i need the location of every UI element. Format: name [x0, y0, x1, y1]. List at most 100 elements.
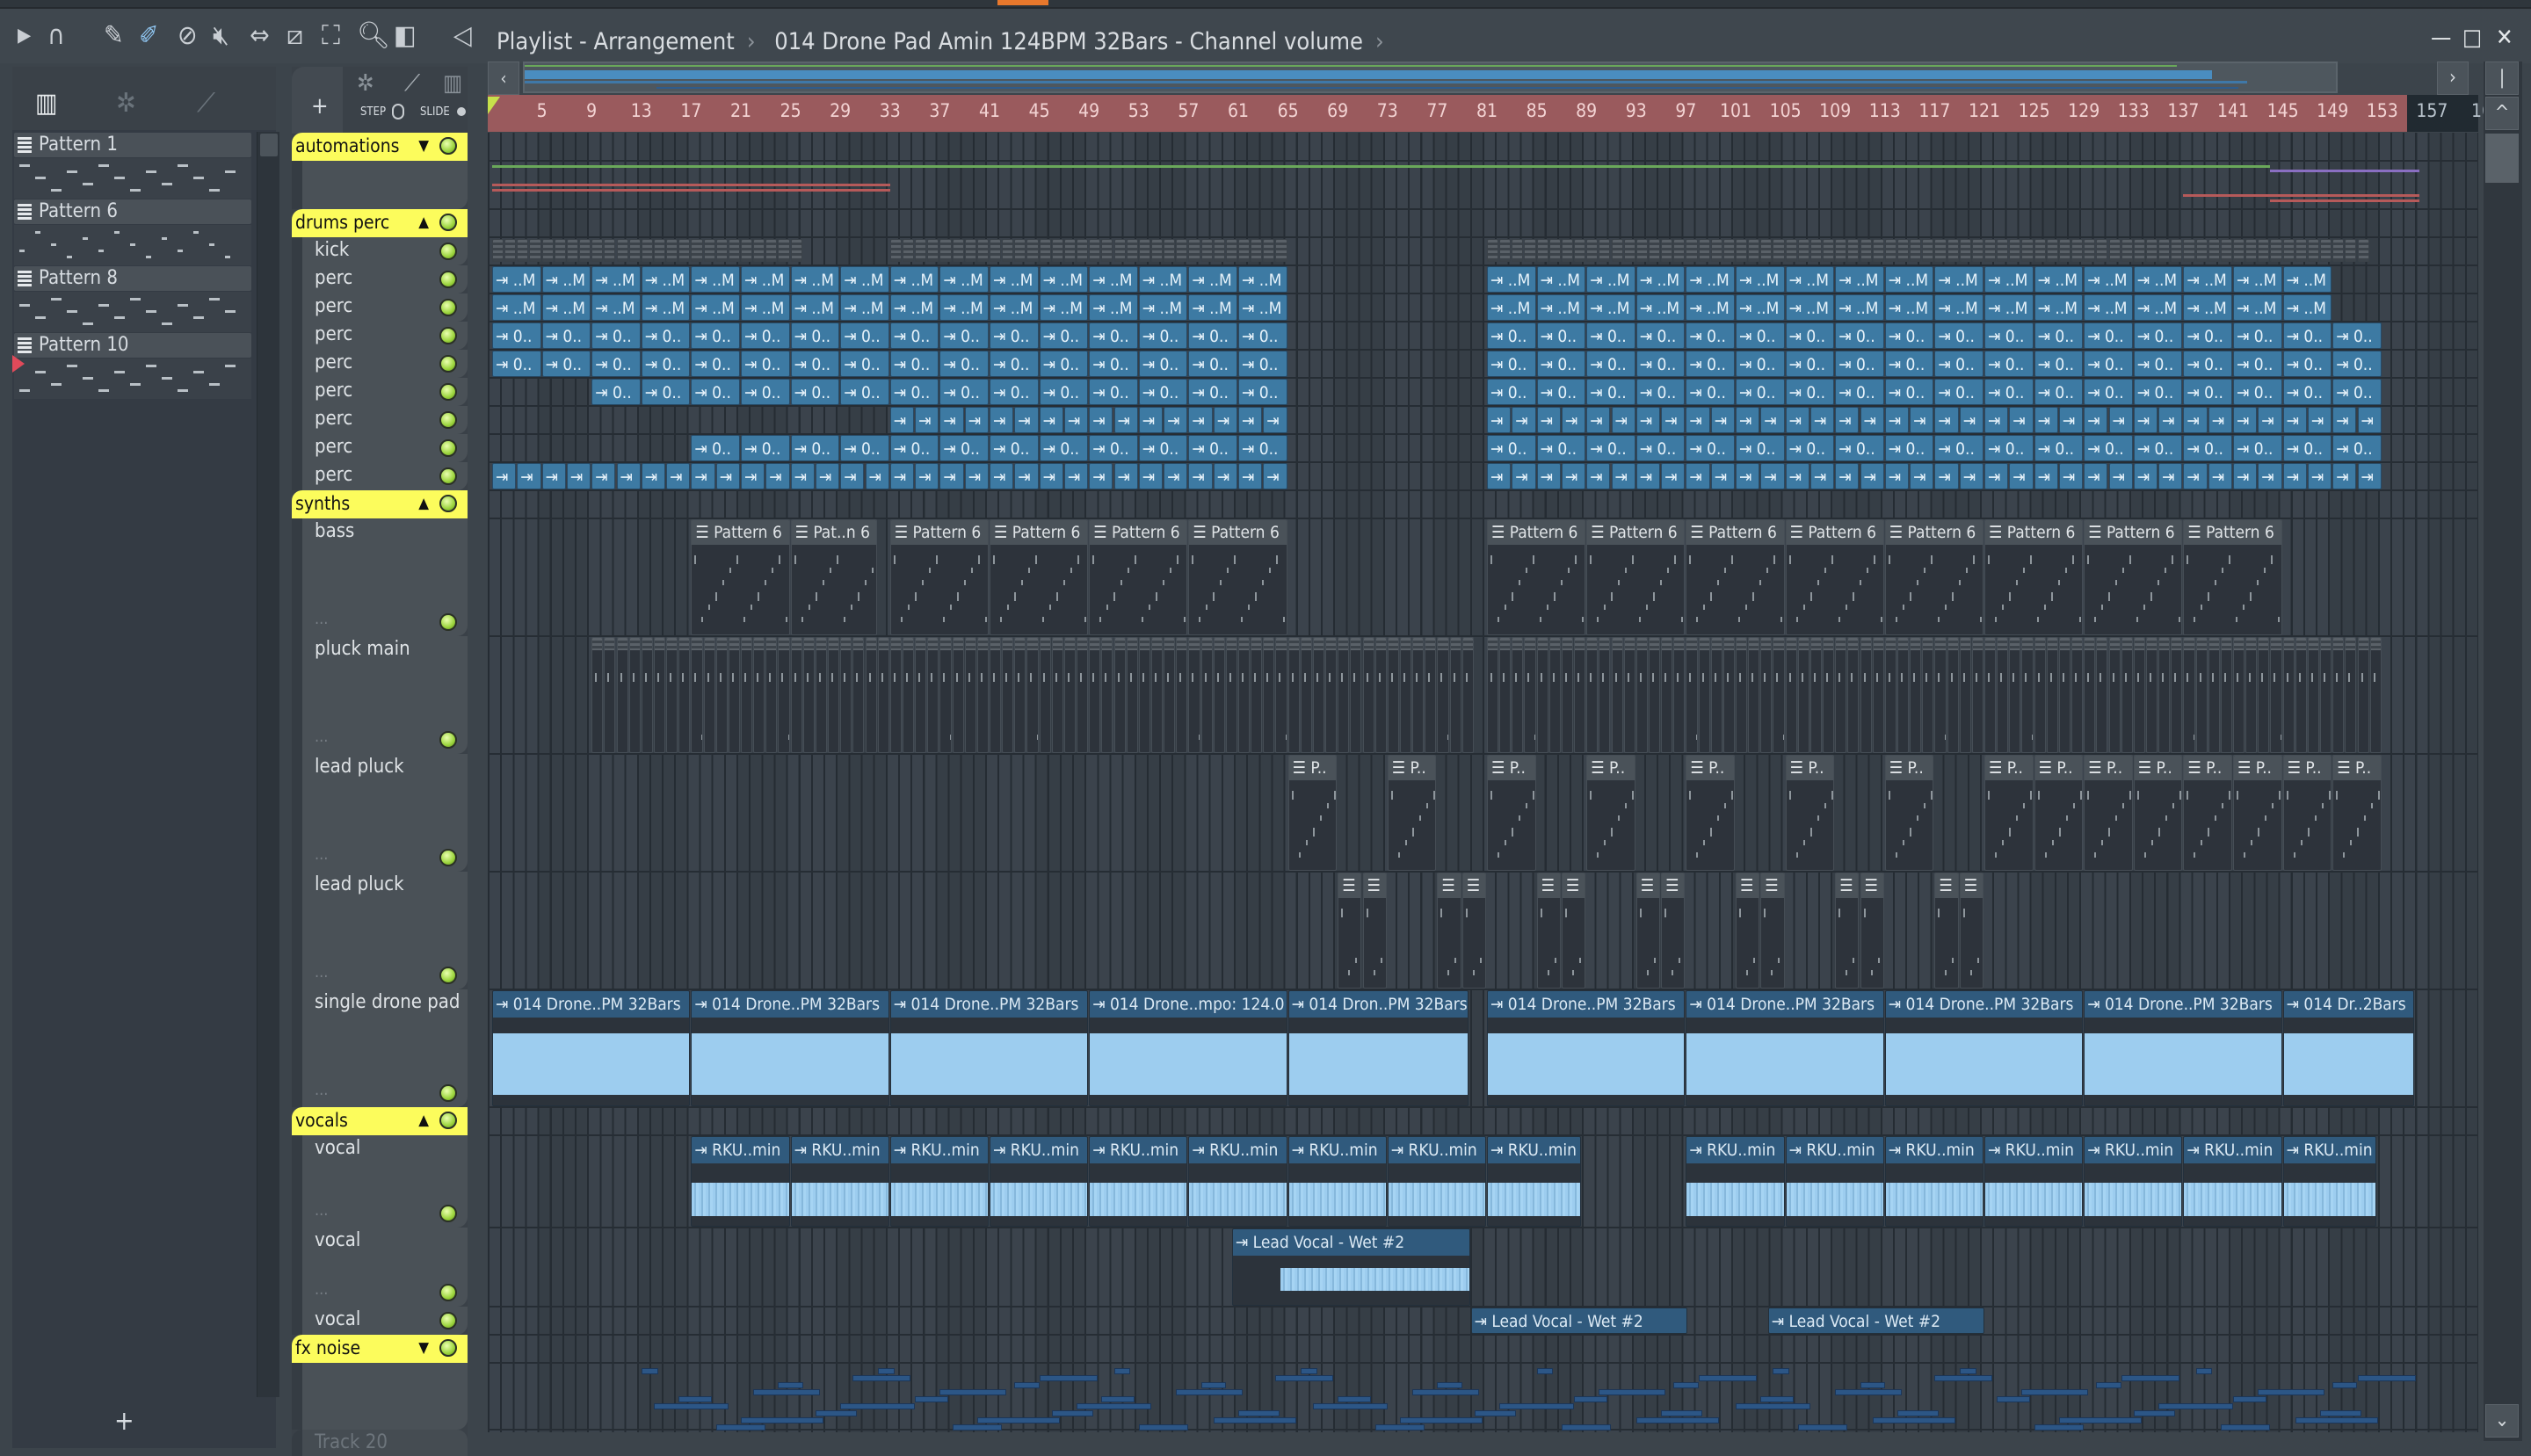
clip[interactable] — [741, 239, 753, 262]
track-header[interactable]: bass... — [292, 518, 468, 636]
clip[interactable]: ⇥ ..M — [1188, 294, 1237, 321]
clip[interactable]: ⇥ ..M — [1188, 266, 1237, 293]
slide-toggle[interactable] — [457, 107, 466, 116]
clip[interactable]: ⇥ — [2332, 463, 2357, 489]
audio-clip[interactable]: ⇥ RKU..min — [1287, 1136, 1387, 1227]
clip[interactable] — [1113, 239, 1126, 262]
clip[interactable]: ⇥ ..M — [1835, 294, 1884, 321]
audio-clip[interactable]: ⇥ 014 Dr..2Bars — [2282, 990, 2414, 1106]
clip[interactable]: ⇥ ..M — [889, 294, 939, 321]
clip[interactable]: ⇥ 0.. — [1884, 322, 1934, 349]
clip[interactable] — [2233, 239, 2245, 262]
track-header[interactable]: perc — [292, 378, 468, 406]
automation-clip-icon[interactable]: ⟋ — [404, 70, 420, 98]
clip[interactable]: ⇥ 0.. — [1635, 435, 1686, 461]
clip[interactable]: ⇥ 0.. — [591, 379, 641, 405]
step-toggle[interactable] — [392, 104, 404, 120]
clip[interactable] — [2009, 239, 2021, 262]
audio-clip[interactable]: ⇥ 014 Drone..PM 32Bars — [1884, 990, 2084, 1106]
clip[interactable] — [1947, 239, 1959, 262]
clip[interactable] — [666, 239, 678, 262]
clip[interactable]: ⇥ — [2108, 463, 2133, 489]
clip[interactable] — [1635, 239, 1648, 262]
collapse-arrow-icon[interactable]: ▲ — [418, 209, 429, 235]
clip[interactable] — [1275, 637, 1287, 753]
clip[interactable]: ☰ Pat..n 6 — [790, 519, 877, 635]
clip[interactable]: ⇥ ..M — [2233, 294, 2282, 321]
track-header[interactable]: perc — [292, 434, 468, 462]
clip[interactable]: ⇥ 0.. — [1586, 351, 1635, 377]
clip[interactable]: ⇥ — [741, 463, 765, 489]
clip[interactable]: ⇥ — [2009, 463, 2034, 489]
clip[interactable]: ⇥ 0.. — [1884, 435, 1934, 461]
clip[interactable]: ⇥ 0.. — [1736, 322, 1785, 349]
clip[interactable] — [1512, 239, 1524, 262]
clip[interactable] — [1238, 239, 1251, 262]
clip[interactable]: ⇥ — [1561, 463, 1586, 489]
clip[interactable] — [1487, 239, 1499, 262]
clip[interactable] — [778, 239, 790, 262]
clip[interactable]: ⇥ 0.. — [1984, 435, 2034, 461]
clip[interactable] — [1126, 637, 1138, 753]
audio-clip[interactable]: ⇥ RKU..min — [691, 1136, 790, 1227]
clip[interactable] — [1113, 637, 1126, 753]
clip[interactable] — [2307, 239, 2320, 262]
clip[interactable]: ⇥ 0.. — [591, 322, 641, 349]
clip[interactable] — [1648, 637, 1661, 753]
clip[interactable]: ⇥ 0.. — [790, 351, 840, 377]
clip[interactable] — [2158, 239, 2171, 262]
clip[interactable] — [2133, 637, 2145, 753]
clip[interactable] — [1063, 637, 1077, 753]
clip[interactable] — [1922, 239, 1934, 262]
clip[interactable] — [2183, 637, 2195, 753]
clip[interactable] — [1710, 637, 1722, 753]
clip[interactable] — [1947, 637, 1959, 753]
clip[interactable]: ⇥ 0.. — [2282, 379, 2332, 405]
audio-clip[interactable]: ⇥ 014 Drone..PM 32Bars — [1686, 990, 1884, 1106]
clip[interactable]: ⇥ — [1512, 463, 1536, 489]
clip[interactable] — [2108, 637, 2121, 753]
track-menu-icon[interactable]: ... — [315, 1277, 328, 1303]
clip[interactable]: ⇥ ..M — [2034, 266, 2084, 293]
clip[interactable]: ⇥ ..M — [741, 294, 790, 321]
clip[interactable] — [1039, 637, 1051, 753]
clip[interactable] — [1673, 637, 1686, 753]
clip[interactable]: ⇥ 0.. — [2183, 322, 2232, 349]
clip[interactable] — [877, 637, 889, 753]
clip[interactable]: ⇥ 0.. — [889, 379, 939, 405]
scroll-down-button[interactable]: ⌄ — [2485, 1404, 2519, 1438]
clip[interactable] — [653, 637, 666, 753]
clip[interactable] — [2084, 637, 2096, 753]
clip[interactable]: ☰ Pattern 6 — [1785, 519, 1884, 635]
clip[interactable]: ⇥ ..M — [691, 266, 740, 293]
clip[interactable] — [554, 239, 566, 262]
clip[interactable]: ⇥ — [2332, 407, 2357, 433]
clip[interactable] — [2270, 239, 2282, 262]
slice-icon[interactable]: ⧄ — [286, 21, 303, 51]
clip[interactable] — [1275, 239, 1287, 262]
clip[interactable] — [591, 239, 604, 262]
clip[interactable] — [915, 637, 927, 753]
clip[interactable]: ⇥ — [1710, 463, 1735, 489]
select-icon[interactable]: ⛶ — [322, 21, 340, 51]
audio-clip[interactable]: ⇥ RKU..min — [2084, 1136, 2183, 1227]
track-group-synths[interactable]: synths ▲ — [292, 490, 468, 518]
clip[interactable] — [1835, 239, 1847, 262]
clip[interactable]: ⇥ — [1635, 463, 1661, 489]
clip[interactable] — [1574, 637, 1586, 753]
clip[interactable]: ⇥ 0.. — [1984, 351, 2034, 377]
clip[interactable]: ⇥ — [1089, 407, 1113, 433]
track-header[interactable] — [292, 1363, 468, 1430]
clip[interactable]: ☰ P.. — [2034, 755, 2084, 871]
clip[interactable] — [840, 637, 852, 753]
clip[interactable]: ⇥ 0.. — [2034, 435, 2084, 461]
track-header[interactable] — [292, 161, 468, 209]
clip[interactable]: ⇥ ..M — [990, 266, 1039, 293]
clip[interactable] — [1225, 637, 1237, 753]
track-enable-led[interactable] — [439, 411, 457, 429]
clip[interactable]: ⇥ — [2084, 407, 2108, 433]
arrangement-overview-scrollbar[interactable] — [523, 62, 2338, 93]
track-header[interactable]: Track 20 — [292, 1430, 468, 1456]
clip[interactable]: ⇥ 0.. — [1884, 351, 1934, 377]
clip[interactable] — [889, 637, 902, 753]
